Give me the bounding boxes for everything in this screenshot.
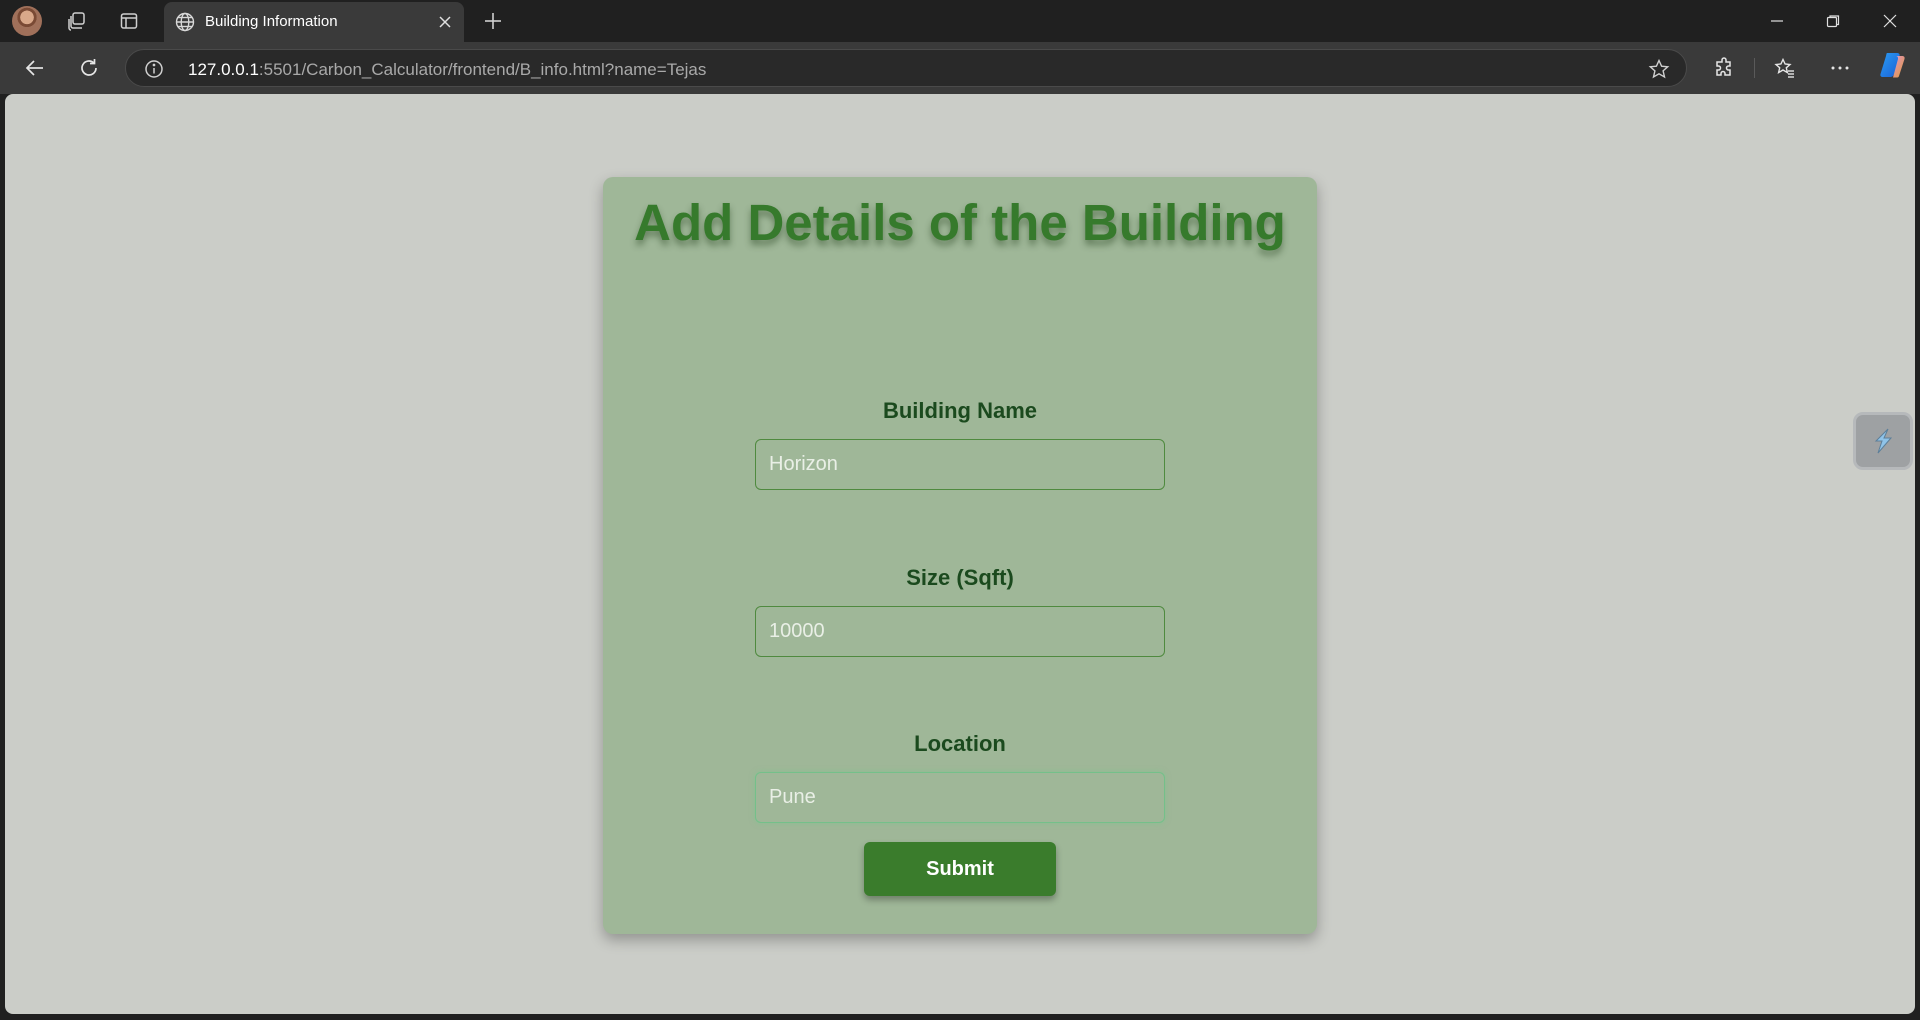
back-arrow-icon[interactable] bbox=[19, 52, 51, 84]
size-label: Size (Sqft) bbox=[906, 565, 1014, 590]
copilot-icon[interactable] bbox=[1878, 50, 1908, 80]
page-viewport: Add Details of the Building Building Nam… bbox=[5, 94, 1915, 1014]
star-icon[interactable] bbox=[1648, 58, 1670, 80]
tab-title: Building Information bbox=[205, 13, 338, 30]
submit-button[interactable]: Submit bbox=[864, 842, 1056, 896]
minimize-icon[interactable] bbox=[1749, 0, 1805, 42]
new-tab-plus-icon[interactable] bbox=[478, 6, 508, 36]
tab-actions-icon[interactable] bbox=[114, 6, 144, 36]
restore-icon[interactable] bbox=[1805, 0, 1861, 42]
location-input[interactable] bbox=[755, 772, 1165, 823]
globe-icon bbox=[174, 11, 196, 33]
browser-toolbar: 127.0.0.1:5501/Carbon_Calculator/fronten… bbox=[0, 42, 1920, 94]
active-tab[interactable]: Building Information bbox=[164, 2, 464, 42]
close-tab-icon[interactable] bbox=[434, 11, 456, 33]
address-bar[interactable]: 127.0.0.1:5501/Carbon_Calculator/fronten… bbox=[125, 49, 1687, 87]
floating-extension-icon[interactable] bbox=[1853, 412, 1913, 470]
url-text[interactable]: 127.0.0.1:5501/Carbon_Calculator/fronten… bbox=[188, 60, 706, 80]
location-label: Location bbox=[914, 731, 1006, 756]
page-title: Add Details of the Building bbox=[634, 194, 1286, 251]
building-name-input[interactable] bbox=[755, 439, 1165, 490]
profile-avatar[interactable] bbox=[12, 6, 42, 36]
puzzle-icon[interactable] bbox=[1708, 52, 1740, 84]
url-path: :5501/Carbon_Calculator/frontend/B_info.… bbox=[258, 60, 707, 79]
browser-title-bar: Building Information bbox=[0, 0, 1920, 42]
building-name-label: Building Name bbox=[882, 398, 1037, 423]
favorites-list-icon[interactable] bbox=[1769, 52, 1801, 84]
building-form-card: Add Details of the Building Building Nam… bbox=[603, 177, 1317, 934]
reload-icon[interactable] bbox=[73, 52, 105, 84]
workspaces-icon[interactable] bbox=[62, 6, 92, 36]
info-icon[interactable] bbox=[144, 59, 164, 79]
close-window-icon[interactable] bbox=[1862, 0, 1918, 42]
size-input[interactable] bbox=[755, 606, 1165, 657]
url-host: 127.0.0.1 bbox=[188, 60, 259, 79]
toolbar-divider bbox=[1754, 58, 1755, 78]
more-icon[interactable] bbox=[1824, 52, 1856, 84]
